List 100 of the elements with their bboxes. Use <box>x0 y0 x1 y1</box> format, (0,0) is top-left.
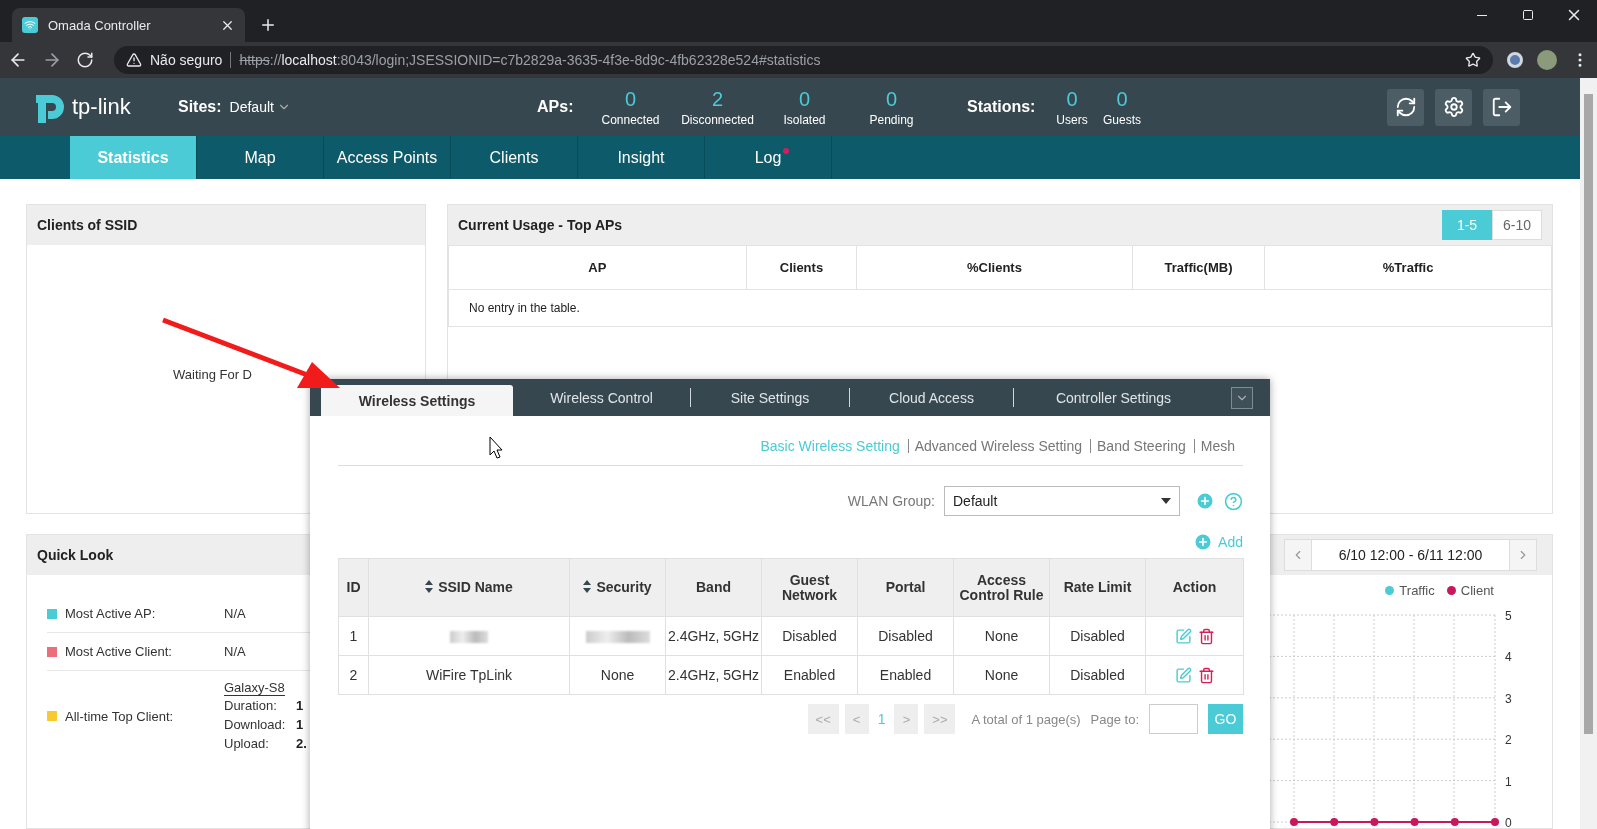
extension-icon[interactable] <box>1507 52 1523 68</box>
dialog-tab[interactable]: Controller Settings <box>1014 379 1213 416</box>
axis-tick-label: 4 <box>1505 650 1512 665</box>
page-total: A total of 1 page(s) <box>971 711 1081 727</box>
sites-label: Sites: <box>178 98 222 116</box>
site-selector[interactable]: Default <box>229 99 291 115</box>
avatar[interactable] <box>1537 50 1557 70</box>
legend-label: Client <box>1460 583 1494 598</box>
axis-tick-label: 1 <box>1505 774 1512 789</box>
stat-value: 0 <box>798 87 811 111</box>
cursor-icon <box>489 436 503 459</box>
status-message: Waiting For D <box>173 366 252 382</box>
column-header: AP <box>448 245 747 290</box>
column-header: Guest Network <box>761 558 858 617</box>
scrollbar[interactable] <box>1580 78 1597 829</box>
add-icon <box>1193 532 1214 552</box>
table-cell: Enabled <box>761 655 858 695</box>
column-header: Clients <box>746 245 857 290</box>
browser-tab[interactable]: Omada Controller <box>12 8 245 42</box>
axis-tick-label: 2 <box>1505 733 1512 748</box>
column-header[interactable]: SSID Name <box>368 558 570 617</box>
table-cell: None <box>953 616 1050 656</box>
maximize-icon <box>1522 9 1534 21</box>
column-header: %Clients <box>856 245 1133 290</box>
detail-value: 1 <box>296 696 304 715</box>
column-header: Band <box>665 558 762 617</box>
stat-value: 0 <box>624 87 637 111</box>
column-header: Portal <box>857 558 954 617</box>
settings-icon <box>1442 96 1465 118</box>
stat-label: Pending <box>869 112 914 127</box>
column-header[interactable]: Security <box>569 558 666 617</box>
sub-tab[interactable]: Band Steering <box>1090 438 1194 453</box>
minimize-icon <box>1477 14 1487 16</box>
stat-label: Disconnected <box>681 112 754 127</box>
sort-icon[interactable] <box>583 580 592 593</box>
page-range-button[interactable]: 6-10 <box>1492 210 1542 240</box>
nav-tab[interactable]: Insight <box>578 136 705 179</box>
detail-label: Upload: <box>224 734 270 753</box>
refresh-icon <box>1394 96 1417 118</box>
column-header: Action <box>1145 558 1244 617</box>
brand-name: tp-link <box>72 94 131 120</box>
panel-title: Clients of SSID <box>37 217 138 233</box>
quick-look-value: N/A <box>224 644 246 659</box>
table-cell: None <box>569 655 666 695</box>
nav-tab[interactable]: Log <box>705 136 832 179</box>
detail-value: 1 <box>296 715 304 734</box>
sub-tab[interactable]: Advanced Wireless Setting <box>907 438 1091 453</box>
settings-button[interactable] <box>1435 88 1472 126</box>
new-tab-icon[interactable] <box>259 16 277 34</box>
logout-icon <box>1490 96 1513 118</box>
delete-icon[interactable] <box>1197 627 1215 645</box>
table-cell: 2.4GHz, 5GHz <box>665 655 762 695</box>
quick-look-label: Most Active AP: <box>65 606 157 621</box>
page-input[interactable] <box>1149 704 1198 734</box>
stat-value: 2 <box>711 87 724 111</box>
table-cell: WiFire TpLink <box>368 655 570 695</box>
field-label: WLAN Group: <box>847 493 935 509</box>
detail-value: 2. <box>296 734 307 753</box>
star-icon[interactable] <box>1465 52 1481 68</box>
table-cell: Disabled <box>1049 655 1146 695</box>
page-to-label: Page to: <box>1090 711 1139 727</box>
empty-message: No entry in the table. <box>448 289 1552 327</box>
stations-label: Stations: <box>967 98 1037 116</box>
nav-tab[interactable]: Clients <box>451 136 578 179</box>
dialog-tab[interactable]: Wireless Settings <box>321 385 513 416</box>
stat-label: Isolated <box>783 112 826 127</box>
sub-tab[interactable]: Mesh <box>1193 438 1243 453</box>
axis-tick-label: 3 <box>1505 691 1512 706</box>
table-cell: Enabled <box>857 655 954 695</box>
collapse-button[interactable] <box>1231 387 1253 409</box>
nav-tab[interactable]: Access Points <box>324 136 451 179</box>
table-cell: 1 <box>338 616 369 656</box>
sort-icon[interactable] <box>425 580 434 593</box>
refresh-button[interactable] <box>1387 88 1424 126</box>
column-header: Rate Limit <box>1049 558 1146 617</box>
wlan-group-select[interactable]: Default <box>944 486 1180 516</box>
dialog-tab[interactable]: Cloud Access <box>850 379 1013 416</box>
dialog-tab[interactable]: Wireless Control <box>513 379 690 416</box>
address-bar[interactable]: Não seguro https://localhost:8043/login;JSESSIONID=c7b2829a-3635-4f3e-8d9c-4fb62328e524#statistics <box>114 46 1493 74</box>
url-text: https://localhost:8043/login;JSESSIONID=c7b2829a-3635-4f3e-8d9c-4fb62328e524#statistics <box>239 52 822 68</box>
stat-value: 0 <box>885 87 898 111</box>
stat-label: Guests <box>1103 112 1141 127</box>
table-cell: Disabled <box>857 616 954 656</box>
legend-label: Traffic <box>1399 583 1435 598</box>
column-header: %Traffic <box>1264 245 1552 290</box>
wifi-icon <box>22 17 38 33</box>
column-header: Access Control Rule <box>953 558 1050 617</box>
aps-label: APs: <box>537 98 575 116</box>
table-cell: 2 <box>338 655 369 695</box>
panel-title: Quick Look <box>37 547 114 563</box>
nav-tab[interactable]: Map <box>197 136 324 179</box>
client-name[interactable]: Galaxy-S8 <box>224 679 285 696</box>
axis-tick-label: 5 <box>1505 609 1512 623</box>
delete-icon[interactable] <box>1197 666 1215 684</box>
table-cell: Disabled <box>761 616 858 656</box>
quick-look-value: N/A <box>224 606 246 621</box>
dialog-tab[interactable]: Site Settings <box>691 379 849 416</box>
table-cell: None <box>953 655 1050 695</box>
reload-icon[interactable] <box>76 51 94 69</box>
logout-button[interactable] <box>1483 88 1520 126</box>
